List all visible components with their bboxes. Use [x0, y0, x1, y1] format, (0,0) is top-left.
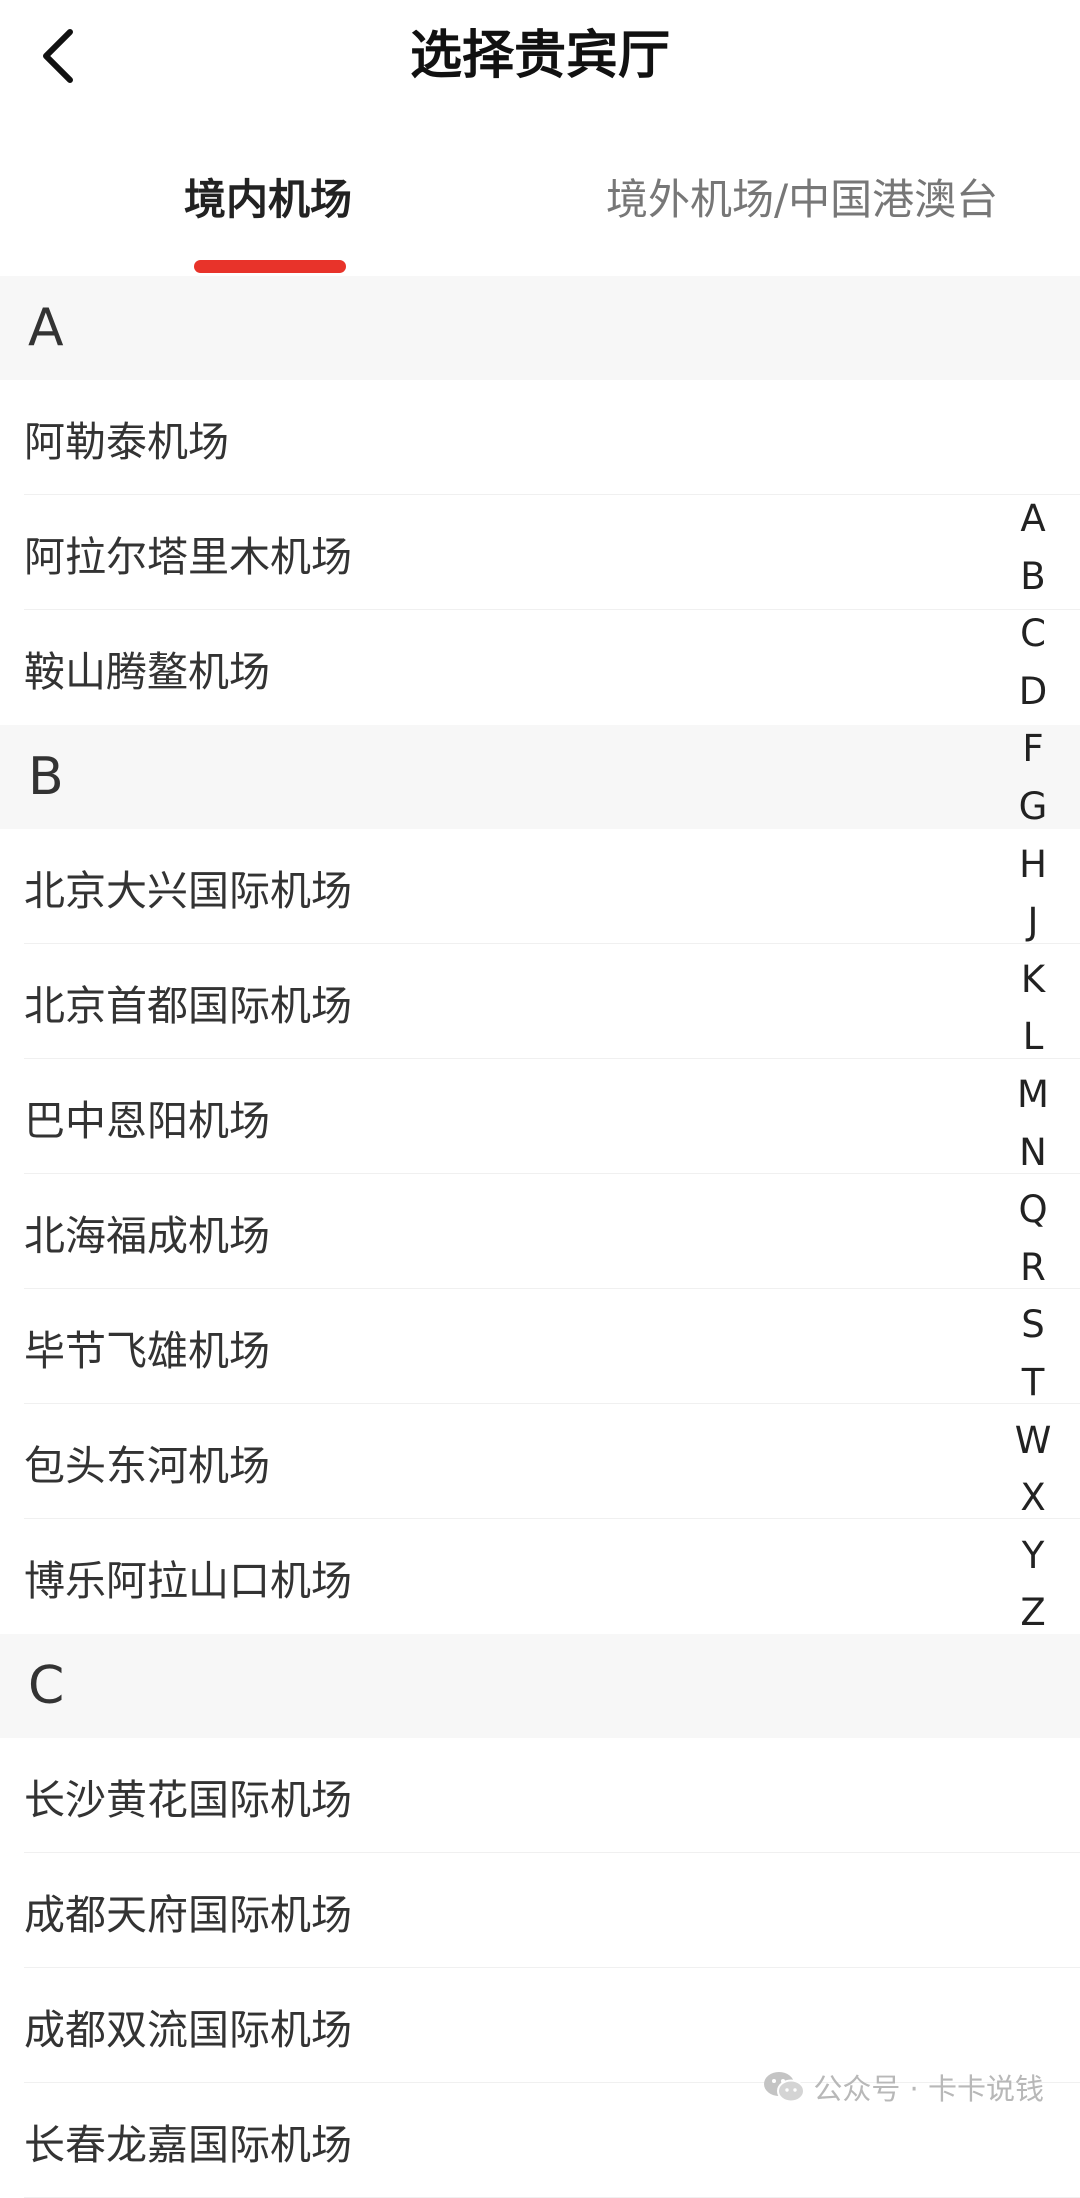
index-letter-j[interactable]: J — [1000, 893, 1066, 951]
index-letter-f[interactable]: F — [1000, 720, 1066, 778]
index-letter-c[interactable]: C — [1000, 605, 1066, 663]
index-letter-d[interactable]: D — [1000, 663, 1066, 721]
index-letter-n[interactable]: N — [1000, 1124, 1066, 1182]
airport-list[interactable]: A 阿勒泰机场 阿拉尔塔里木机场 鞍山腾鳌机场 B 北京大兴国际机场 北京首都国… — [0, 276, 1080, 2198]
airport-item[interactable]: 毕节飞雄机场 — [0, 1289, 1080, 1404]
index-letter-x[interactable]: X — [1000, 1469, 1066, 1527]
index-letter-k[interactable]: K — [1000, 951, 1066, 1009]
active-tab-indicator — [194, 260, 346, 273]
watermark: 公众号 · 卡卡说钱 — [763, 2066, 1044, 2108]
index-letter-s[interactable]: S — [1000, 1296, 1066, 1354]
wechat-icon — [764, 2072, 806, 2103]
section-header-a: A — [0, 276, 1080, 380]
index-letter-z[interactable]: Z — [1000, 1584, 1066, 1642]
airport-item[interactable]: 鞍山腾鳌机场 — [0, 610, 1080, 725]
airport-item[interactable]: 博乐阿拉山口机场 — [0, 1519, 1080, 1634]
airport-item[interactable]: 北京大兴国际机场 — [0, 829, 1080, 944]
index-letter-w[interactable]: W — [1000, 1412, 1066, 1470]
page-title: 选择贵宾厅 — [409, 26, 670, 86]
tab-international-airports[interactable]: 境外机场/中国港澳台 — [606, 172, 998, 228]
airport-item[interactable]: 北京首都国际机场 — [0, 944, 1080, 1059]
index-letter-t[interactable]: T — [1000, 1354, 1066, 1412]
airport-item[interactable]: 北海福成机场 — [0, 1174, 1080, 1289]
airport-item[interactable]: 巴中恩阳机场 — [0, 1059, 1080, 1174]
alphabet-index-bar[interactable]: A B C D F G H J K L M N Q R S T W X Y Z — [1000, 490, 1066, 1642]
index-letter-h[interactable]: H — [1000, 836, 1066, 894]
section-header-c: C — [0, 1634, 1080, 1738]
nav-bar: 选择贵宾厅 — [0, 0, 1080, 110]
airport-item[interactable]: 阿拉尔塔里木机场 — [0, 495, 1080, 610]
index-letter-g[interactable]: G — [1000, 778, 1066, 836]
airport-item[interactable]: 成都天府国际机场 — [0, 1853, 1080, 1968]
watermark-text: 公众号 · 卡卡说钱 — [813, 2072, 1044, 2106]
index-letter-a[interactable]: A — [1000, 490, 1066, 548]
airport-item[interactable]: 阿勒泰机场 — [0, 380, 1080, 495]
index-letter-m[interactable]: M — [1000, 1066, 1066, 1124]
index-letter-l[interactable]: L — [1000, 1008, 1066, 1066]
airport-item[interactable]: 包头东河机场 — [0, 1404, 1080, 1519]
index-letter-y[interactable]: Y — [1000, 1527, 1066, 1585]
index-letter-r[interactable]: R — [1000, 1239, 1066, 1297]
airport-item[interactable]: 长沙黄花国际机场 — [0, 1738, 1080, 1853]
tab-domestic-airports[interactable]: 境内机场 — [184, 172, 352, 228]
section-header-b: B — [0, 725, 1080, 829]
index-letter-b[interactable]: B — [1000, 548, 1066, 606]
tab-bar: 境内机场 境外机场/中国港澳台 — [0, 160, 1080, 276]
index-letter-q[interactable]: Q — [1000, 1181, 1066, 1239]
